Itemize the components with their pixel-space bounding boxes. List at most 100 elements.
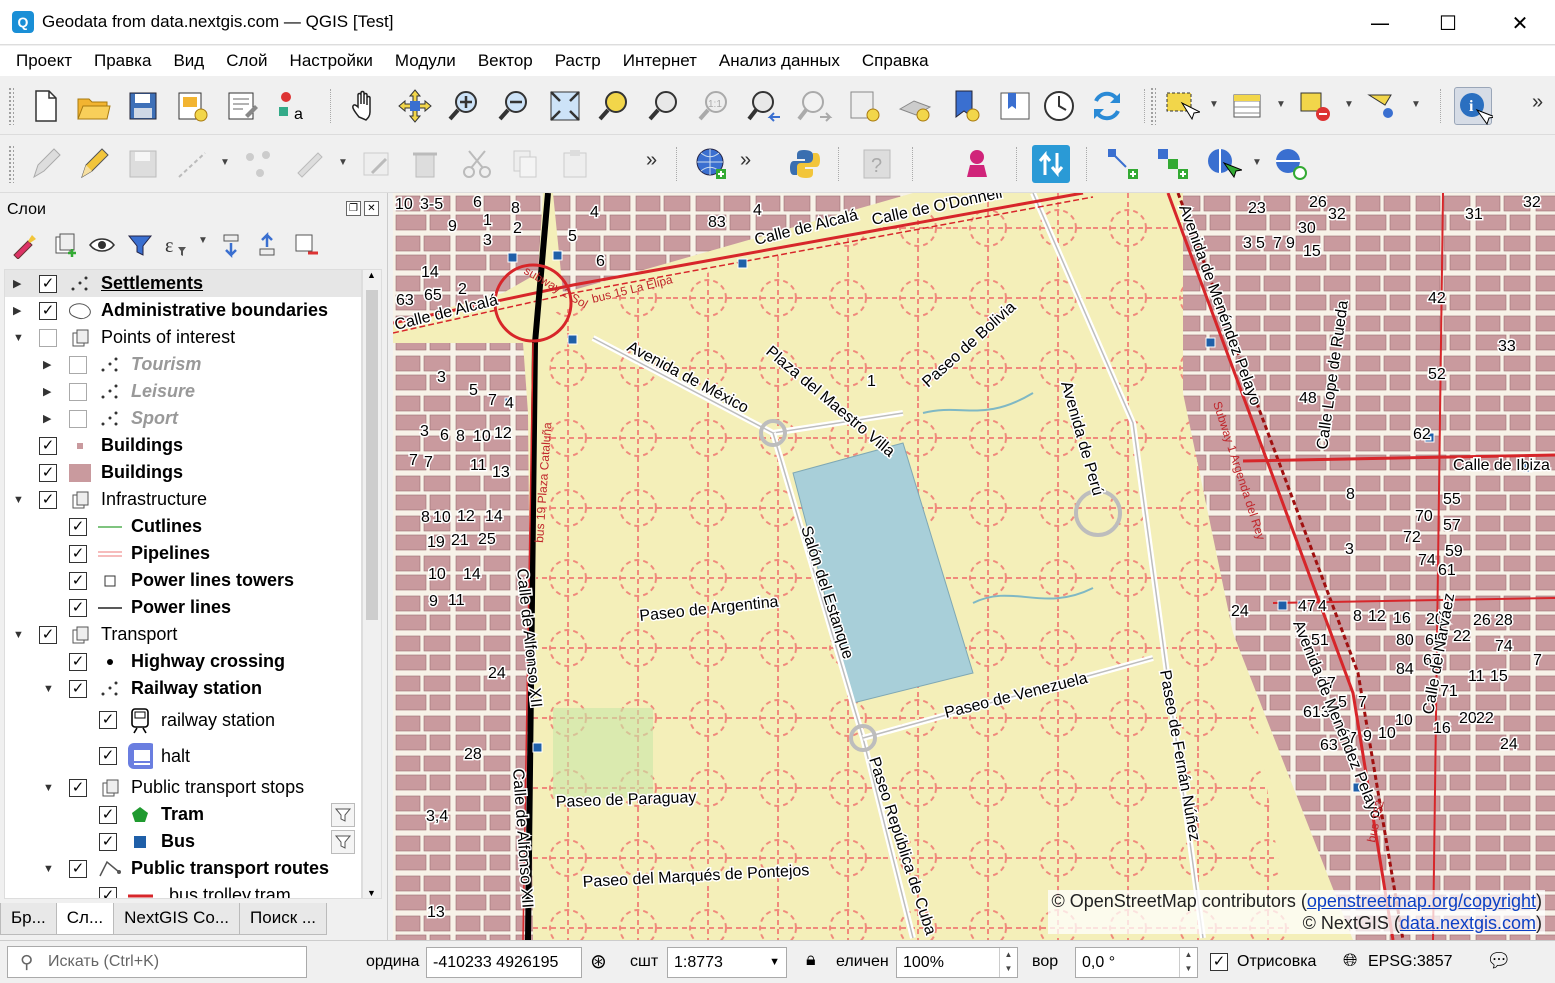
zoom-full-icon[interactable]	[546, 87, 584, 125]
style-manager-icon[interactable]: a	[272, 87, 310, 125]
expand-arrow-icon[interactable]: ▶	[43, 358, 55, 371]
layer-tree-scrollbar[interactable]: ▲ ▼	[362, 269, 382, 899]
layer-visibility-checkbox[interactable]: ✓	[39, 274, 57, 293]
layer-visibility-checkbox[interactable]: ✓	[99, 832, 117, 851]
messages-icon[interactable]: 💬︎	[1486, 948, 1511, 973]
layer-visibility-checkbox[interactable]: ✓	[39, 490, 57, 509]
menu-layer[interactable]: Слой	[215, 46, 278, 76]
close-panel-icon[interactable]: ✕	[364, 201, 379, 216]
tab-browser[interactable]: Бр...	[0, 903, 57, 935]
identify-features-icon[interactable]: i	[1454, 87, 1497, 126]
digitize-line-icon[interactable]	[173, 145, 211, 183]
collapse-arrow-icon[interactable]: ▼	[13, 494, 25, 506]
zoom-next-icon[interactable]	[796, 87, 834, 125]
zoom-to-selection-icon[interactable]	[596, 87, 634, 125]
layer-visibility-checkbox[interactable]: ✓	[39, 463, 57, 482]
expand-arrow-icon[interactable]: ▶	[43, 385, 55, 398]
layer-visibility-checkbox[interactable]: ✓	[99, 805, 117, 824]
layer-filter-icon[interactable]	[331, 802, 355, 827]
toolbar-overflow-icon[interactable]: »	[1532, 91, 1543, 114]
rotation-spin-icon[interactable]: ▲ ▼	[1179, 948, 1197, 977]
coordinate-capture-icon[interactable]	[958, 145, 996, 183]
layer-row[interactable]: ▶ Sport	[5, 405, 361, 432]
vertex-tool-icon[interactable]	[240, 145, 278, 183]
select-by-value-icon[interactable]	[1364, 87, 1402, 125]
edit-attributes-icon[interactable]	[358, 145, 396, 183]
chevron-down-icon[interactable]: ▼	[769, 948, 780, 977]
lock-scale-icon[interactable]: 🔒︎	[806, 949, 816, 970]
menu-help[interactable]: Справка	[851, 46, 940, 76]
layer-visibility-checkbox[interactable]: ✓	[69, 652, 87, 671]
deselect-features-icon[interactable]	[1296, 87, 1334, 125]
toggle-extents-icon[interactable]: ⊛	[590, 949, 607, 974]
attribute-table-icon[interactable]	[1228, 87, 1266, 125]
toolbar-overflow-icon[interactable]: »	[740, 149, 751, 172]
tab-search[interactable]: Поиск ...	[239, 903, 328, 935]
layer-visibility-checkbox[interactable]: ✓	[69, 859, 87, 878]
layer-visibility-checkbox[interactable]: ✓	[39, 625, 57, 644]
layer-visibility-checkbox[interactable]: ✓	[69, 544, 87, 563]
python-console-icon[interactable]	[786, 145, 824, 183]
refresh-icon[interactable]	[1088, 87, 1126, 125]
visibility-eye-icon[interactable]	[88, 231, 116, 259]
menu-web[interactable]: Интернет	[612, 46, 708, 76]
expand-arrow-icon[interactable]: ▶	[13, 277, 25, 290]
close-button[interactable]: ✕	[1485, 0, 1555, 45]
layer-row[interactable]: ▶ ✓ Administrative boundaries	[5, 297, 361, 324]
zoom-in-icon[interactable]	[446, 87, 484, 125]
toolbar-grip[interactable]	[8, 145, 14, 183]
scale-field[interactable]: 1:8773 ▼	[667, 947, 787, 978]
layer-row[interactable]: ✓ Pipelines	[5, 540, 361, 567]
pan-to-selection-icon[interactable]	[396, 87, 434, 125]
select-features-icon[interactable]	[1162, 87, 1202, 125]
layer-row[interactable]: ✓ Buildings	[5, 459, 361, 486]
layout-manager-icon[interactable]	[223, 87, 261, 125]
remove-layer-icon[interactable]	[292, 231, 320, 259]
expand-arrow-icon[interactable]: ▶	[13, 304, 25, 317]
layer-row[interactable]: ✓ Cutlines	[5, 513, 361, 540]
layer-row[interactable]: ✓ Power lines towers	[5, 567, 361, 594]
scroll-down-icon[interactable]: ▼	[367, 888, 376, 898]
search-geometry-icon[interactable]	[1272, 145, 1310, 183]
tab-nextgis-connect[interactable]: NextGIS Co...	[113, 903, 241, 935]
crs-globe-icon[interactable]: 🌐︎	[1343, 950, 1357, 971]
layer-row[interactable]: ✓ Buildings	[5, 432, 361, 459]
locator-search-input[interactable]: ⚲ Искать (Ctrl+K)	[7, 946, 307, 978]
expand-arrow-icon[interactable]: ▶	[43, 412, 55, 425]
open-styling-icon[interactable]	[10, 231, 38, 260]
identify-geometry-icon[interactable]	[1204, 145, 1244, 183]
show-bookmarks-icon[interactable]	[996, 87, 1034, 125]
collapse-arrow-icon[interactable]: ▼	[43, 683, 55, 695]
layer-row[interactable]: ✓ railway station	[5, 702, 361, 738]
current-edits-icon[interactable]	[26, 145, 64, 183]
zoom-out-icon[interactable]	[496, 87, 534, 125]
zoom-last-icon[interactable]	[746, 87, 784, 125]
magnifier-spin-icon[interactable]: ▲ ▼	[999, 948, 1017, 977]
modify-attributes-icon[interactable]	[292, 145, 330, 183]
layer-visibility-checkbox[interactable]: ✓	[99, 886, 117, 898]
new-print-layout-icon[interactable]	[173, 87, 211, 125]
menu-raster[interactable]: Растр	[544, 46, 612, 76]
layer-row[interactable]: ✓ Highway crossing	[5, 648, 361, 675]
copy-features-icon[interactable]	[506, 145, 544, 183]
add-vertex-icon[interactable]	[1104, 145, 1142, 183]
layer-row[interactable]: ▼ ✓ Public transport stops	[5, 774, 361, 801]
help-contents-icon[interactable]: ?	[858, 145, 896, 183]
paste-features-icon[interactable]	[556, 145, 594, 183]
delete-selected-icon[interactable]	[406, 145, 444, 183]
maximize-button[interactable]: ☐	[1413, 0, 1483, 45]
crs-label[interactable]: EPSG:3857	[1368, 953, 1453, 971]
collapse-arrow-icon[interactable]: ▼	[13, 629, 25, 641]
new-bookmark-icon[interactable]	[946, 87, 984, 125]
open-folder-icon[interactable]	[74, 87, 112, 125]
layer-row[interactable]: ▶ Tourism	[5, 351, 361, 378]
layer-row[interactable]: ✓ Power lines	[5, 594, 361, 621]
nextgis-link[interactable]: data.nextgis.com	[1400, 913, 1536, 933]
expand-all-icon[interactable]	[218, 231, 246, 259]
layer-visibility-checkbox[interactable]	[69, 409, 87, 428]
layer-visibility-checkbox[interactable]: ✓	[99, 747, 117, 765]
new-map-view-icon[interactable]	[846, 87, 884, 125]
new-3d-map-icon[interactable]	[896, 87, 934, 125]
layer-row[interactable]: ✓ halt	[5, 738, 361, 774]
collapse-arrow-icon[interactable]: ▼	[43, 863, 55, 875]
